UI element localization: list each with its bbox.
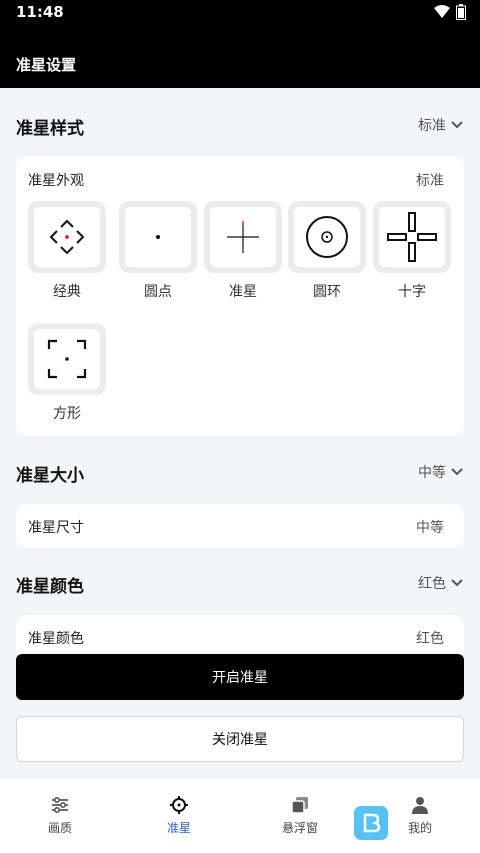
bottom-nav: 画质 准星 悬浮窗 我的	[0, 778, 480, 853]
style-option-dot[interactable]: 圆点	[119, 201, 197, 301]
ring-crosshair-icon	[306, 216, 348, 258]
nav-item-quality[interactable]: 画质	[15, 795, 105, 836]
style-option-label: 准星	[229, 284, 257, 300]
style-option-square[interactable]: 方形	[28, 323, 106, 423]
windows-icon	[291, 797, 308, 814]
style-option-frame	[204, 201, 282, 273]
size-card-value: 中等	[416, 520, 444, 536]
nav-item-crosshair[interactable]: 准星	[134, 795, 224, 836]
cross-crosshair-icon	[387, 212, 437, 262]
style-option-label: 十字	[398, 284, 426, 300]
style-option-frame	[28, 323, 106, 395]
crosshair-icon	[170, 796, 188, 814]
style-section-header: 准星样式 标准	[16, 110, 464, 140]
chevron-down-icon	[451, 121, 463, 129]
nav-label: 画质	[47, 821, 72, 835]
wifi-icon	[434, 5, 450, 18]
size-dropdown-value: 中等	[418, 465, 446, 481]
style-dropdown[interactable]: 标准	[418, 115, 464, 135]
size-card[interactable]: 准星尺寸 中等	[16, 504, 464, 548]
page-title: 准星设置	[16, 56, 77, 74]
style-option-frame	[119, 201, 197, 273]
color-section-header: 准星颜色 红色	[16, 568, 464, 598]
nav-item-floating-window[interactable]: 悬浮窗	[255, 795, 345, 836]
size-section-header: 准星大小 中等	[16, 457, 464, 487]
nav-item-profile[interactable]: 我的	[375, 795, 465, 836]
style-card-label: 准星外观	[28, 173, 84, 189]
style-option-frame	[28, 201, 106, 273]
square-crosshair-icon	[47, 339, 87, 379]
style-option-ring[interactable]: 圆环	[288, 201, 366, 301]
style-option-label: 圆环	[313, 284, 341, 300]
dot-crosshair-icon	[156, 235, 160, 239]
size-dropdown[interactable]: 中等	[418, 462, 464, 482]
status-icons	[434, 4, 466, 20]
color-section-title: 准星颜色	[16, 577, 84, 597]
enable-crosshair-button[interactable]: 开启准星	[16, 654, 464, 700]
style-option-frame	[288, 201, 366, 273]
style-option-cross[interactable]: 十字	[373, 201, 451, 301]
style-card: 准星外观 标准 经典 圆点 准星 圆环 十字 方形	[16, 156, 464, 436]
color-card-label: 准星颜色	[28, 631, 84, 647]
status-bar: 11:48	[0, 0, 480, 26]
sight-crosshair-icon	[227, 221, 259, 253]
sliders-icon	[52, 796, 68, 814]
style-card-value: 标准	[416, 173, 444, 189]
logo-icon	[363, 813, 381, 833]
battery-icon	[456, 4, 466, 20]
nav-label: 我的	[407, 821, 432, 835]
style-option-label: 经典	[53, 284, 81, 300]
app-header: 准星设置	[0, 26, 480, 88]
color-dropdown[interactable]: 红色	[418, 573, 464, 593]
size-section-title: 准星大小	[16, 466, 84, 486]
style-option-label: 方形	[53, 406, 81, 422]
style-option-label: 圆点	[144, 284, 172, 300]
status-time: 11:48	[16, 3, 64, 21]
color-card-value: 红色	[416, 631, 444, 647]
style-option-sight[interactable]: 准星	[204, 201, 282, 301]
nav-label: 准星	[166, 821, 191, 835]
user-icon	[412, 797, 428, 814]
style-option-frame	[373, 201, 451, 273]
disable-crosshair-button[interactable]: 关闭准星	[16, 716, 464, 762]
style-section-title: 准星样式	[16, 119, 84, 139]
chevron-down-icon	[451, 468, 463, 476]
classic-crosshair-icon	[49, 219, 85, 255]
chevron-down-icon	[451, 579, 463, 587]
style-dropdown-value: 标准	[418, 118, 446, 134]
size-card-label: 准星尺寸	[28, 520, 84, 536]
style-option-classic[interactable]: 经典	[28, 201, 106, 301]
color-card[interactable]: 准星颜色 红色	[16, 615, 464, 659]
nav-label: 悬浮窗	[281, 821, 318, 835]
watermark-logo	[354, 806, 388, 840]
color-dropdown-value: 红色	[418, 576, 446, 592]
